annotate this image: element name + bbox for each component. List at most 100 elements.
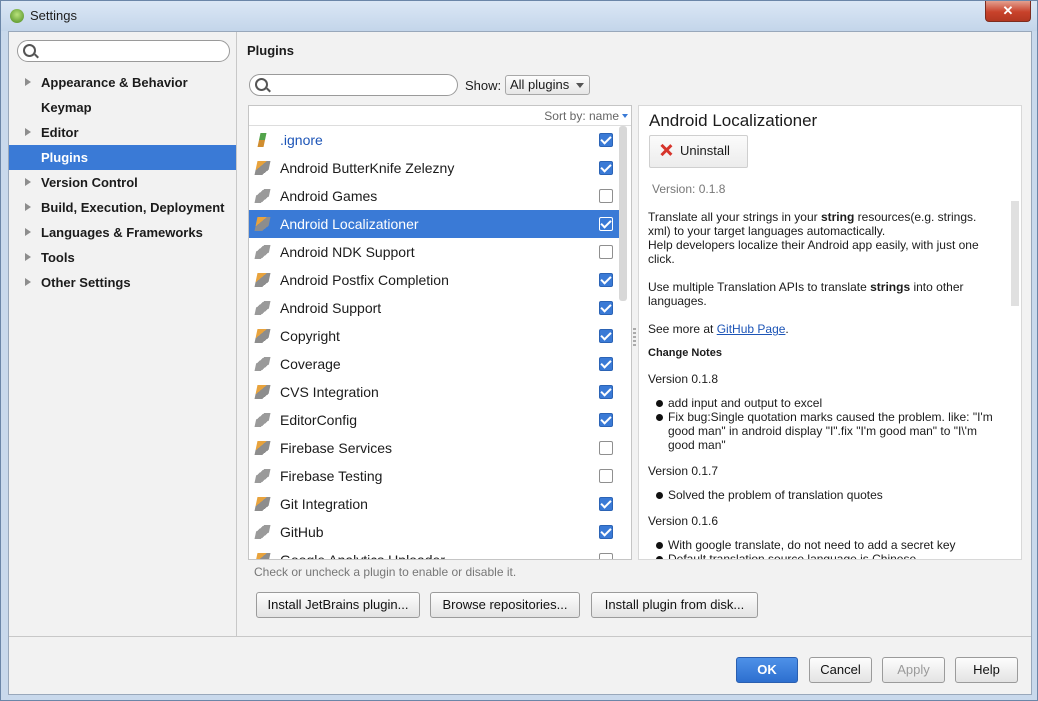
footer-divider: [9, 636, 1031, 637]
expand-arrow-icon[interactable]: [25, 178, 31, 186]
plugin-icon: [254, 469, 271, 483]
install-jetbrains-plugin-button[interactable]: Install JetBrains plugin...: [256, 592, 420, 618]
sidebar-item-editor[interactable]: Editor: [9, 120, 236, 145]
sidebar-item-label: Editor: [41, 125, 79, 140]
plugin-enabled-checkbox[interactable]: [599, 189, 613, 203]
plugin-enabled-checkbox[interactable]: [599, 385, 613, 399]
plugin-row[interactable]: Coverage: [249, 350, 619, 378]
expand-arrow-icon[interactable]: [25, 203, 31, 211]
plugin-row[interactable]: CVS Integration: [249, 378, 619, 406]
plugin-enabled-checkbox[interactable]: [599, 245, 613, 259]
plugin-enabled-checkbox[interactable]: [599, 553, 613, 559]
plugin-icon: [254, 497, 271, 511]
cancel-button[interactable]: Cancel: [809, 657, 872, 683]
sidebar-item-build-execution-deployment[interactable]: Build, Execution, Deployment: [9, 195, 236, 220]
plugin-row[interactable]: Android ButterKnife Zelezny: [249, 154, 619, 182]
sidebar-item-appearance-behavior[interactable]: Appearance & Behavior: [9, 70, 236, 95]
expand-arrow-icon[interactable]: [25, 78, 31, 86]
install-from-disk-button[interactable]: Install plugin from disk...: [591, 592, 758, 618]
plugin-icon: [254, 189, 271, 203]
sidebar-item-tools[interactable]: Tools: [9, 245, 236, 270]
plugin-row[interactable]: .ignore: [249, 126, 619, 154]
chevron-down-icon: [576, 83, 585, 88]
desc-paragraph-3: Use multiple Translation APIs to transla…: [648, 280, 998, 308]
plugin-detail: Android Localizationer Uninstall Version…: [638, 105, 1022, 560]
sidebar-item-label: Keymap: [41, 100, 92, 115]
plugin-enabled-checkbox[interactable]: [599, 301, 613, 315]
sidebar-item-plugins[interactable]: Plugins: [9, 145, 236, 170]
apply-button[interactable]: Apply: [882, 657, 945, 683]
plugin-row[interactable]: Git Integration: [249, 490, 619, 518]
plugin-row[interactable]: Android NDK Support: [249, 238, 619, 266]
settings-search-input[interactable]: [17, 40, 230, 62]
sidebar-item-keymap[interactable]: Keymap: [9, 95, 236, 120]
plugin-row[interactable]: Google Analytics Uploader: [249, 546, 619, 559]
sort-bar[interactable]: Sort by: name: [249, 106, 631, 126]
browse-repositories-button[interactable]: Browse repositories...: [430, 592, 580, 618]
plugin-name: Android Support: [280, 300, 382, 316]
plugin-name: EditorConfig: [280, 412, 358, 428]
plugin-row[interactable]: Firebase Services: [249, 434, 619, 462]
plugin-enabled-checkbox[interactable]: [599, 357, 613, 371]
sidebar-item-languages-frameworks[interactable]: Languages & Frameworks: [9, 220, 236, 245]
plugin-row[interactable]: GitHub: [249, 518, 619, 546]
plugin-row[interactable]: Copyright: [249, 322, 619, 350]
plugin-search-input[interactable]: [249, 74, 458, 96]
show-filter-value: All plugins: [510, 77, 570, 92]
plugin-enabled-checkbox[interactable]: [599, 469, 613, 483]
change-item: Default translation source language is C…: [656, 552, 998, 559]
plugin-row[interactable]: Firebase Testing: [249, 462, 619, 490]
plugin-icon: [254, 161, 271, 175]
splitter-handle[interactable]: [633, 328, 636, 346]
plugin-rows: .ignore Android ButterKnife Zelezny Androi…: [249, 126, 619, 559]
sidebar-item-label: Plugins: [41, 150, 88, 165]
show-filter-select[interactable]: All plugins: [505, 75, 591, 95]
sort-label[interactable]: Sort by: name: [544, 109, 619, 123]
plugin-enabled-checkbox[interactable]: [599, 329, 613, 343]
ok-button[interactable]: OK: [736, 657, 798, 683]
desc-bold: strings: [870, 280, 911, 294]
change-items: With google translate, do not need to ad…: [648, 538, 998, 559]
sidebar-item-other-settings[interactable]: Other Settings: [9, 270, 236, 295]
change-items: Solved the problem of translation quotes: [648, 488, 998, 502]
change-version-label: Version 0.1.7: [648, 464, 719, 478]
uninstall-label: Uninstall: [680, 143, 730, 158]
plugin-list: Sort by: name .ignore Android ButterKnife…: [248, 105, 632, 560]
expand-arrow-icon[interactable]: [25, 228, 31, 236]
plugin-list-scrollbar[interactable]: [619, 126, 627, 301]
plugin-enabled-checkbox[interactable]: [599, 161, 613, 175]
plugin-icon: [254, 357, 271, 371]
plugin-enabled-checkbox[interactable]: [599, 441, 613, 455]
expand-arrow-icon[interactable]: [25, 128, 31, 136]
plugin-row[interactable]: Android Games: [249, 182, 619, 210]
plugin-enabled-checkbox[interactable]: [599, 413, 613, 427]
plugin-enabled-checkbox[interactable]: [599, 273, 613, 287]
plugin-enabled-checkbox[interactable]: [599, 217, 613, 231]
plugin-row[interactable]: Android Support: [249, 294, 619, 322]
sidebar-item-version-control[interactable]: Version Control: [9, 170, 236, 195]
plugin-row[interactable]: Android Postfix Completion: [249, 266, 619, 294]
hint-text: Check or uncheck a plugin to enable or d…: [254, 565, 517, 579]
change-items: add input and output to excel Fix bug:Sin…: [648, 396, 998, 452]
see-more-text: See more at: [648, 322, 717, 336]
close-button[interactable]: ✕: [985, 1, 1031, 22]
expand-arrow-icon[interactable]: [25, 278, 31, 286]
expand-arrow-icon[interactable]: [25, 253, 31, 261]
sidebar-item-label: Appearance & Behavior: [41, 75, 188, 90]
plugin-enabled-checkbox[interactable]: [599, 525, 613, 539]
help-button[interactable]: Help: [955, 657, 1018, 683]
plugin-name: GitHub: [280, 524, 324, 540]
sidebar-item-label: Languages & Frameworks: [41, 225, 203, 240]
change-item: Solved the problem of translation quotes: [656, 488, 998, 502]
detail-scrollbar[interactable]: [1011, 201, 1019, 306]
uninstall-button[interactable]: Uninstall: [649, 135, 748, 168]
plugin-name: .ignore: [280, 132, 323, 148]
sidebar-item-label: Version Control: [41, 175, 138, 190]
plugin-name: Android Localizationer: [280, 216, 419, 232]
plugin-row[interactable]: EditorConfig: [249, 406, 619, 434]
plugin-detail-title: Android Localizationer: [649, 111, 818, 130]
plugin-row[interactable]: Android Localizationer: [249, 210, 619, 238]
plugin-enabled-checkbox[interactable]: [599, 497, 613, 511]
github-page-link[interactable]: GitHub Page: [717, 322, 786, 336]
plugin-enabled-checkbox[interactable]: [599, 133, 613, 147]
